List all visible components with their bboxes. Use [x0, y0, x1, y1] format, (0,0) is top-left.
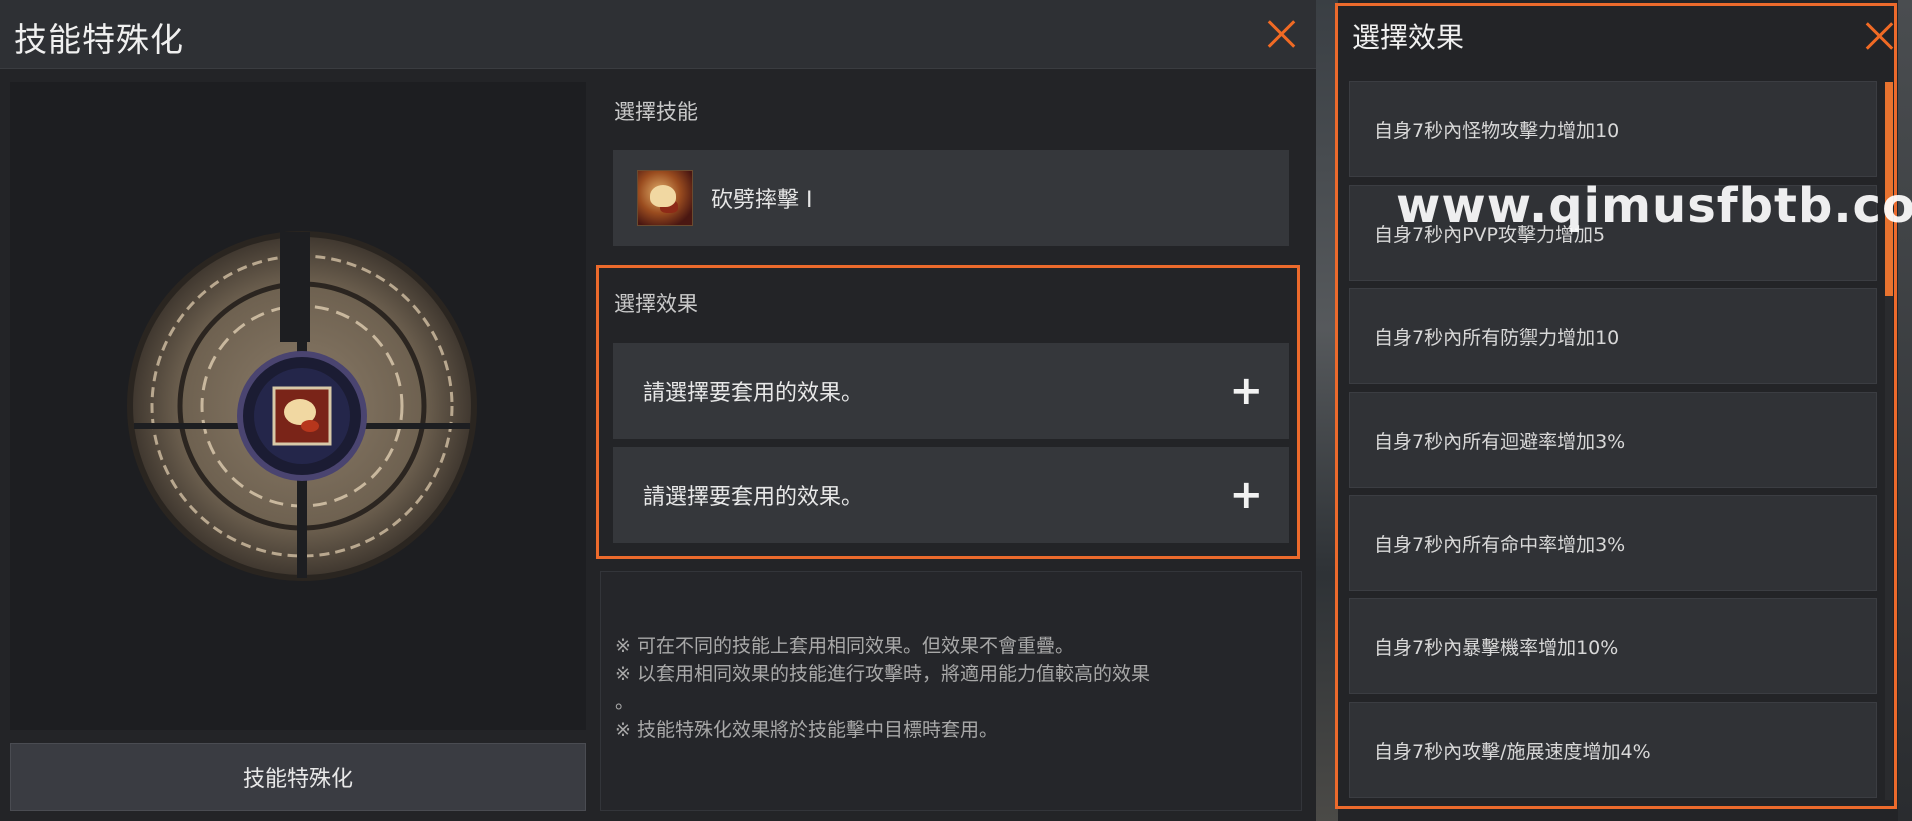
plus-icon[interactable]: + [1229, 475, 1263, 515]
background-scene-edge [1898, 0, 1912, 821]
window-title: 技能特殊化 [14, 20, 184, 59]
notes-panel: ※ 可在不同的技能上套用相同效果。但效果不會重疊。 ※ 以套用相同效果的技能進行… [600, 571, 1302, 811]
note-line: ※ 可在不同的技能上套用相同效果。但效果不會重疊。 [615, 635, 1074, 657]
window-title: 選擇效果 [1352, 21, 1465, 54]
skill-name: 砍劈摔擊 I [711, 188, 813, 213]
effect-option[interactable]: 自身7秒內所有防禦力增加10 [1349, 288, 1877, 384]
effect-option[interactable]: 自身7秒內所有命中率增加3% [1349, 495, 1877, 591]
title-bar: 技能特殊化 [0, 0, 1316, 69]
selected-skill[interactable]: 砍劈摔擊 I [613, 150, 1289, 246]
select-skill-label: 選擇技能 [614, 100, 698, 124]
specialization-emblem-icon [127, 231, 477, 581]
effect-slot-1[interactable]: 請選擇要套用的效果。 + [613, 343, 1289, 439]
emblem-panel [10, 82, 586, 730]
effect-slot-text: 請選擇要套用的效果。 [643, 485, 864, 510]
skill-specialization-window: 技能特殊化 技能特殊化 選擇技能 砍劈摔擊 I 選擇效果 請選擇要套用的效果。 … [0, 0, 1316, 821]
plus-icon[interactable]: + [1229, 371, 1263, 411]
specialize-button[interactable]: 技能特殊化 [10, 743, 586, 811]
effect-option[interactable]: 自身7秒內所有迴避率增加3% [1349, 392, 1877, 488]
note-line: ※ 技能特殊化效果將於技能擊中目標時套用。 [615, 719, 998, 741]
close-icon[interactable] [1864, 20, 1896, 52]
watermark: www.qimusfbtb.com [1396, 178, 1912, 234]
close-icon[interactable] [1266, 18, 1298, 50]
background-scene-strip [1316, 0, 1338, 821]
effect-option[interactable]: 自身7秒內怪物攻擊力增加10 [1349, 81, 1877, 177]
effect-slot-2[interactable]: 請選擇要套用的效果。 + [613, 447, 1289, 543]
skill-icon [637, 170, 693, 226]
effect-slot-text: 請選擇要套用的效果。 [643, 381, 864, 406]
note-line: ※ 以套用相同效果的技能進行攻擊時，將適用能力值較高的效果 [615, 663, 1150, 685]
effect-option[interactable]: 自身7秒內攻擊/施展速度增加4% [1349, 702, 1877, 798]
select-effect-label: 選擇效果 [614, 292, 698, 316]
note-line: 。 [615, 691, 635, 713]
effect-option[interactable]: 自身7秒內暴擊機率增加10% [1349, 598, 1877, 694]
